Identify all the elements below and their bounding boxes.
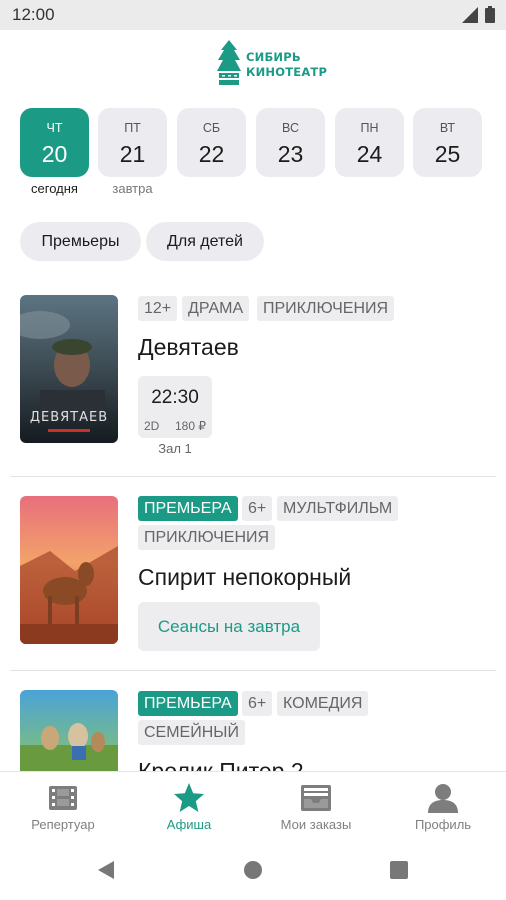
logo-tree-icon bbox=[217, 40, 241, 85]
session-hall: Зал 1 bbox=[158, 441, 192, 456]
day-label-today: сегодня bbox=[31, 181, 78, 196]
recents-icon[interactable] bbox=[389, 860, 409, 880]
day-number: 25 bbox=[434, 141, 461, 167]
movie-title[interactable]: Спирит непокорный bbox=[138, 564, 351, 591]
tag-genre: ПРИКЛЮЧЕНИЯ bbox=[138, 525, 276, 550]
movie-title[interactable]: Девятаев bbox=[138, 334, 239, 361]
session-format: 2D bbox=[144, 419, 160, 433]
nav-label: Репертуар bbox=[31, 817, 95, 832]
home-icon[interactable] bbox=[243, 860, 263, 880]
status-time: 12:00 bbox=[12, 5, 55, 24]
day-of-week: ВС bbox=[282, 121, 299, 135]
movie-poster[interactable] bbox=[20, 496, 118, 644]
day-mon[interactable]: ПН 24 bbox=[335, 108, 404, 177]
nav-repertoire[interactable]: Репертуар bbox=[0, 772, 126, 842]
cinema-logo: СИБИРЬ КИНОТЕАТР bbox=[216, 40, 327, 90]
tag-age: 12+ bbox=[138, 296, 178, 321]
nav-orders[interactable]: Мои заказы bbox=[253, 772, 379, 842]
day-number: 20 bbox=[41, 141, 68, 167]
day-sat[interactable]: СБ 22 bbox=[177, 108, 246, 177]
tag-age: 6+ bbox=[242, 496, 273, 521]
day-sun[interactable]: ВС 23 bbox=[256, 108, 325, 177]
nav-label: Афиша bbox=[166, 817, 212, 832]
day-fri[interactable]: ПТ 21 bbox=[98, 108, 167, 177]
star-icon bbox=[174, 783, 204, 812]
day-of-week: ПН bbox=[360, 121, 379, 135]
status-bar: 12:00 bbox=[0, 0, 506, 30]
person-icon bbox=[428, 784, 458, 813]
nav-label: Профиль bbox=[414, 817, 472, 832]
title-clip: Кролик Питер 2 bbox=[0, 750, 506, 771]
session-price: 180 ₽ bbox=[175, 419, 206, 433]
day-number: 24 bbox=[356, 141, 383, 167]
battery-icon bbox=[485, 6, 495, 23]
bottom-nav: Репертуар Афиша Мои заказы Профиль bbox=[0, 771, 506, 841]
tag-genre: ПРИКЛЮЧЕНИЯ bbox=[257, 296, 395, 321]
nav-afisha[interactable]: Афиша bbox=[126, 772, 252, 842]
tag-premiere: ПРЕМЬЕРА bbox=[138, 496, 238, 521]
day-tue[interactable]: ВТ 25 bbox=[413, 108, 482, 177]
day-thu[interactable]: ЧТ 20 bbox=[20, 108, 89, 177]
sessions-tomorrow-button[interactable]: Сеансы на завтра bbox=[138, 602, 320, 651]
day-of-week: ВТ bbox=[439, 121, 456, 135]
signal-icon bbox=[462, 7, 478, 23]
filter-kids[interactable]: Для детей bbox=[146, 222, 264, 261]
day-of-week: ЧТ bbox=[46, 121, 63, 135]
day-of-week: ПТ bbox=[124, 121, 141, 135]
film-icon bbox=[49, 786, 77, 810]
tag-genre: КОМЕДИЯ bbox=[277, 691, 369, 716]
movie-title[interactable]: Кролик Питер 2 bbox=[138, 758, 304, 771]
divider bbox=[10, 670, 496, 671]
nav-label: Мои заказы bbox=[280, 817, 352, 832]
nav-profile[interactable]: Профиль bbox=[380, 772, 506, 842]
tag-genre: ДРАМА bbox=[182, 296, 250, 321]
logo-line-2: КИНОТЕАТР bbox=[246, 65, 328, 79]
tag-age: 6+ bbox=[242, 691, 273, 716]
back-icon[interactable] bbox=[96, 860, 116, 880]
filter-premieres[interactable]: Премьеры bbox=[20, 222, 141, 261]
session-time: 22:30 bbox=[151, 387, 199, 408]
tag-genre: МУЛЬТФИЛЬМ bbox=[277, 496, 399, 521]
divider bbox=[10, 476, 496, 477]
tag-genre: СЕМЕЙНЫЙ bbox=[138, 720, 245, 745]
day-number: 21 bbox=[119, 141, 146, 167]
poster-title: ДЕВЯТАЕВ bbox=[30, 410, 108, 425]
inbox-icon bbox=[301, 785, 331, 811]
day-of-week: СБ bbox=[202, 121, 221, 135]
logo-line-1: СИБИРЬ bbox=[246, 50, 301, 64]
system-nav-bar bbox=[0, 841, 506, 900]
day-number: 22 bbox=[198, 141, 225, 167]
tag-premiere: ПРЕМЬЕРА bbox=[138, 691, 238, 716]
session-button[interactable]: 22:30 2D 180 ₽ bbox=[138, 376, 212, 438]
movie-poster[interactable]: ДЕВЯТАЕВ bbox=[20, 295, 118, 443]
day-label-tomorrow: завтра bbox=[112, 181, 153, 196]
day-number: 23 bbox=[277, 141, 304, 167]
